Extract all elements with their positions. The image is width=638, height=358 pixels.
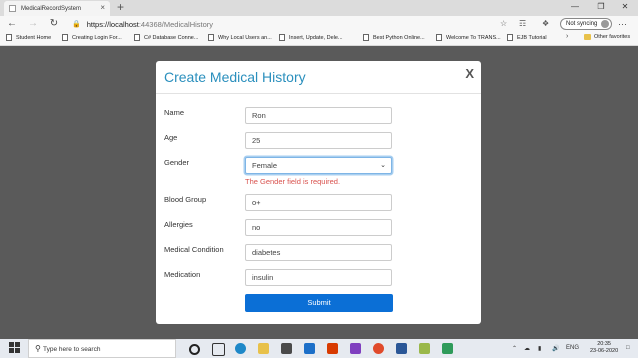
gender-error-message: The Gender field is required. [245,177,341,186]
notifications-icon[interactable]: □ [626,345,630,351]
gender-select[interactable]: Female ⌄ [245,157,392,174]
favorite-star-icon[interactable]: ☆ [500,18,507,30]
bookmark-item[interactable]: Why Local Users an... [208,34,272,41]
edge-browser-icon[interactable] [235,343,246,354]
collections-icon[interactable]: ☶ [519,18,526,30]
page-icon [62,34,68,41]
bookmark-item[interactable]: Creating Login For... [62,34,122,41]
mail-icon[interactable] [304,343,315,354]
blood-group-label: Blood Group [164,195,207,204]
allergies-label: Allergies [164,220,193,229]
bookmark-item[interactable]: Student Home [6,34,51,41]
back-icon[interactable]: ← [5,17,19,31]
page-icon [279,34,285,41]
clock[interactable]: 20:35 23-06-2020 [590,341,618,355]
chevron-down-icon: ⌄ [380,162,386,169]
page-icon [436,34,442,41]
bookmark-item[interactable]: C# Database Conne... [134,34,198,41]
medical-condition-input[interactable]: diabetes [245,244,392,261]
age-label: Age [164,133,178,142]
name-input[interactable]: Ron [245,107,392,124]
create-medical-history-dialog: Create Medical History X Name Ron Age 25… [156,61,481,324]
close-dialog-button[interactable]: X [465,66,474,81]
minimize-icon[interactable]: — [566,0,584,14]
chrome-icon[interactable] [373,343,384,354]
folder-icon [584,34,591,40]
refresh-icon[interactable]: ↻ [47,17,61,31]
age-input[interactable]: 25 [245,132,392,149]
avatar [601,20,609,28]
other-favorites-folder[interactable]: Other favorites [584,34,630,40]
store-icon[interactable] [281,343,292,354]
app-icon[interactable] [419,343,430,354]
bookmark-item[interactable]: Best Python Online... [363,34,425,41]
dialog-title: Create Medical History [164,69,306,85]
app-icon[interactable] [442,343,453,354]
search-icon: ⚲ [35,344,41,353]
new-tab-button[interactable]: + [117,0,124,15]
gender-selected-value: Female [252,161,278,170]
allergies-input[interactable]: no [245,219,392,236]
gender-label: Gender [164,158,190,167]
file-explorer-icon[interactable] [258,343,269,354]
medical-condition-label: Medical Condition [164,245,224,254]
word-icon[interactable] [396,343,407,354]
divider [156,93,481,94]
settings-menu-icon[interactable]: ··· [618,17,627,31]
close-window-icon[interactable]: ✕ [616,0,634,14]
blood-group-input[interactable]: o+ [245,194,392,211]
bookmark-item[interactable]: Insert, Update, Dele... [279,34,343,41]
tray-expand-icon[interactable]: ⌃ [512,345,517,352]
maximize-icon[interactable]: ❐ [592,0,610,14]
windows-start-icon[interactable] [9,342,21,354]
bookmark-item[interactable]: Welcome To TRANS... [436,34,501,41]
extensions-icon[interactable]: ❖ [542,18,549,30]
language-indicator[interactable]: ENG [566,345,579,351]
medication-label: Medication [164,270,201,279]
navigation-bar: ← → ↻ 🔒 https://localhost:44368/MedicalH… [0,16,638,32]
page-icon [9,5,16,12]
battery-icon[interactable]: ▮ [538,345,541,352]
volume-icon[interactable]: 🔊 [552,345,559,352]
url-text: https://localhost:44368/MedicalHistory [86,19,214,29]
chevron-right-icon[interactable]: › [566,33,568,40]
close-tab-icon[interactable]: × [100,3,105,12]
bookmark-item[interactable]: EJB Tutorial [507,34,547,41]
page-icon [6,34,12,41]
visual-studio-icon[interactable] [350,343,361,354]
forward-icon[interactable]: → [26,17,40,31]
network-icon[interactable]: ☁ [524,345,530,352]
bookmarks-bar: Student Home Creating Login For... C# Da… [0,32,638,46]
taskbar-search-input[interactable]: ⚲ Type here to search [28,339,176,358]
task-view-icon[interactable] [212,343,225,356]
office-icon[interactable] [327,343,338,354]
address-bar[interactable]: 🔒 https://localhost:44368/MedicalHistory… [68,18,530,30]
windows-taskbar: ⚲ Type here to search ⌃ ☁ ▮ 🔊 ENG 20:35 … [0,339,638,358]
cortana-icon[interactable] [189,344,200,355]
browser-title-bar: MedicalRecordSystem × + — ❐ ✕ [0,0,638,16]
page-icon [208,34,214,41]
medication-input[interactable]: insulin [245,269,392,286]
lock-icon: 🔒 [72,21,81,28]
page-icon [363,34,369,41]
name-label: Name [164,108,185,117]
browser-tab[interactable]: MedicalRecordSystem × [4,1,110,16]
page-icon [134,34,140,41]
submit-button[interactable]: Submit [245,294,393,312]
profile-sync-button[interactable]: Not syncing [560,18,612,30]
page-icon [507,34,513,41]
tab-title: MedicalRecordSystem [21,5,82,12]
